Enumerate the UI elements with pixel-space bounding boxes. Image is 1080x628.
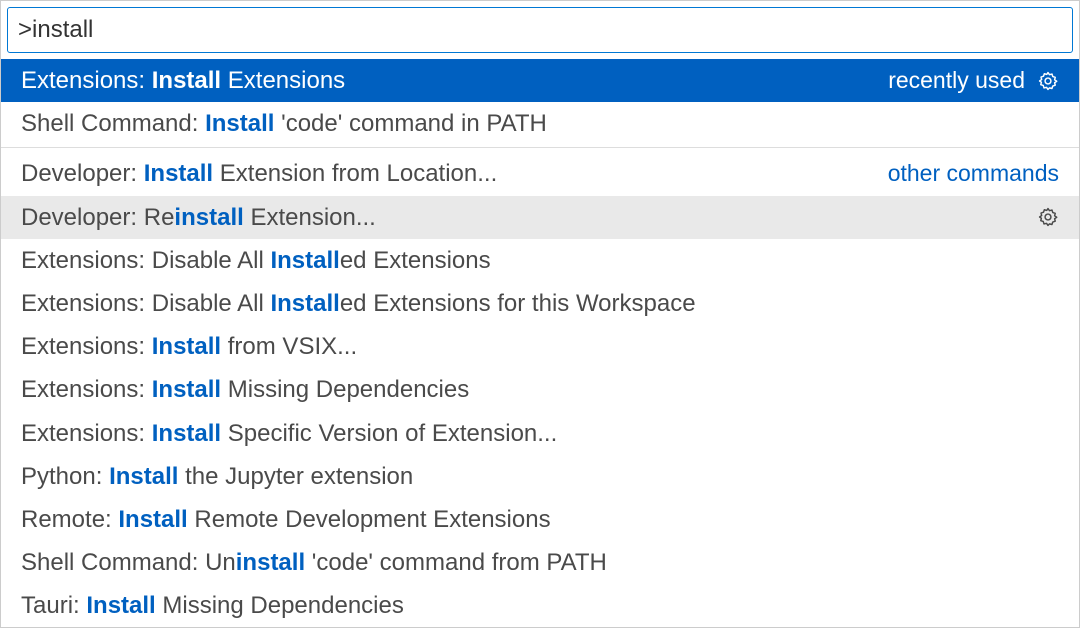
command-result-item[interactable]: Shell Command: Uninstall 'code' command … [1,541,1079,584]
command-result-item[interactable]: Developer: Reinstall Extension... [1,196,1079,239]
command-result-label: Developer: Reinstall Extension... [21,202,1037,233]
gear-icon[interactable] [1037,70,1059,92]
command-result-label: Extensions: Disable All Installed Extens… [21,288,1059,319]
command-result-label: Shell Command: Install 'code' command in… [21,108,1059,139]
command-result-item[interactable]: Shell Command: Install 'code' command in… [1,102,1079,148]
command-result-label: Remote: Install Remote Development Exten… [21,504,1059,535]
command-result-label: Developer: Install Extension from Locati… [21,158,888,189]
command-result-item[interactable]: Extensions: Install from VSIX... [1,325,1079,368]
command-result-item[interactable]: Extensions: Disable All Installed Extens… [1,282,1079,325]
command-result-label: Extensions: Disable All Installed Extens… [21,245,1059,276]
command-result-label: Tauri: Install Missing Dependencies [21,590,1059,621]
command-result-label: Extensions: Install Specific Version of … [21,418,1059,449]
command-result-item[interactable]: Extensions: Install Specific Version of … [1,412,1079,455]
command-result-label: Python: Install the Jupyter extension [21,461,1059,492]
command-result-label: Extensions: Install Missing Dependencies [21,374,1059,405]
command-result-item[interactable]: Extensions: Install Extensionsrecently u… [1,59,1079,102]
command-result-item[interactable]: Developer: Install Extension from Locati… [1,150,1079,195]
command-result-label: Shell Command: Uninstall 'code' command … [21,547,1059,578]
command-result-item[interactable]: Extensions: Install Missing Dependencies [1,368,1079,411]
command-result-meta: other commands [888,159,1059,189]
command-result-item[interactable]: Python: Install the Jupyter extension [1,455,1079,498]
command-result-item[interactable]: Extensions: Disable All Installed Extens… [1,239,1079,282]
command-palette: Extensions: Install Extensionsrecently u… [0,0,1080,628]
command-results-list: Extensions: Install Extensionsrecently u… [1,59,1079,627]
command-result-item[interactable]: Remote: Install Remote Development Exten… [1,498,1079,541]
command-result-meta [1037,206,1059,228]
meta-text: other commands [888,159,1059,189]
command-result-label: Extensions: Install from VSIX... [21,331,1059,362]
command-result-item[interactable]: Tauri: Install Missing Dependencies [1,584,1079,627]
gear-icon[interactable] [1037,206,1059,228]
command-search-input[interactable] [7,7,1073,53]
meta-text: recently used [888,66,1025,96]
command-result-meta: recently used [888,66,1059,96]
command-result-label: Extensions: Install Extensions [21,65,888,96]
